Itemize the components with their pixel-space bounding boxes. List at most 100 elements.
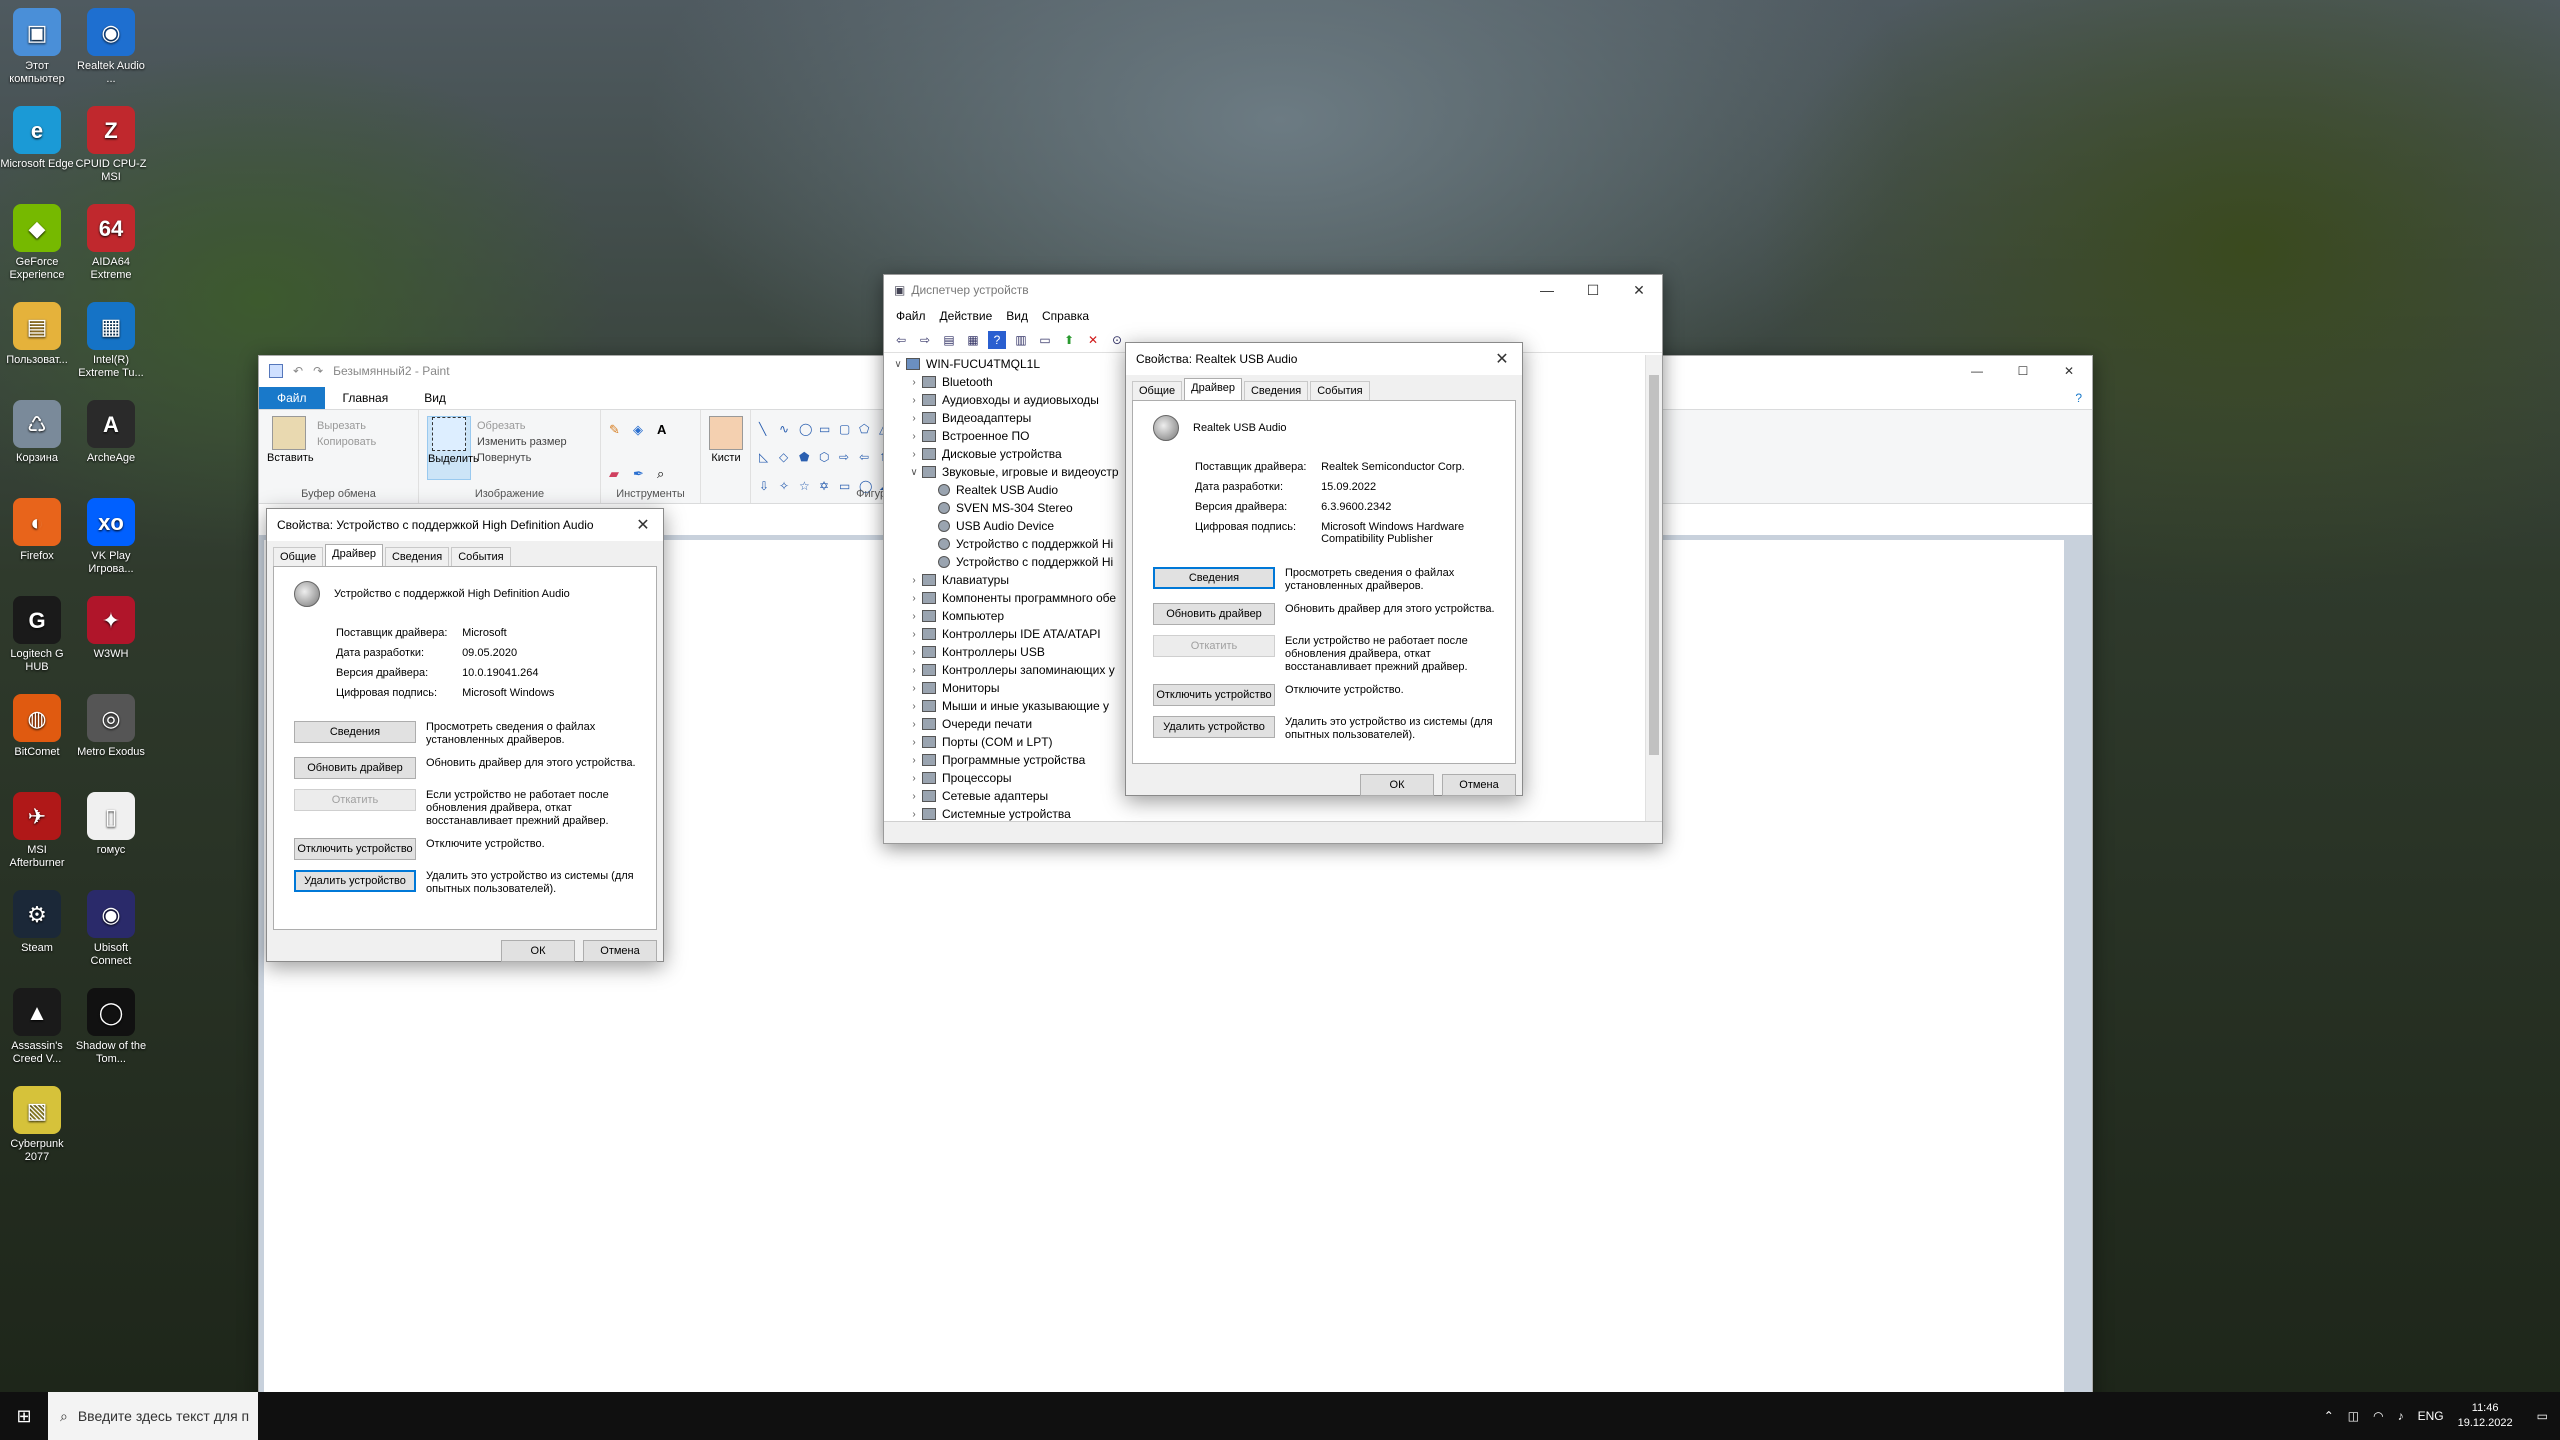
- close-button[interactable]: ✕: [2046, 364, 2092, 378]
- desktop-icon[interactable]: ✦ W3WH: [74, 590, 148, 682]
- desktop-icon[interactable]: ▯ гомус: [74, 786, 148, 878]
- details-button[interactable]: Сведения: [294, 721, 416, 743]
- crop-button[interactable]: Обрезать: [477, 420, 567, 432]
- back-icon[interactable]: ⇦: [892, 331, 910, 349]
- chevron-right-icon[interactable]: ›: [906, 719, 922, 730]
- wifi-icon[interactable]: ◠: [2373, 1409, 2383, 1423]
- chevron-up-icon[interactable]: ⌃: [2324, 1409, 2334, 1423]
- chevron-right-icon[interactable]: ›: [906, 395, 922, 406]
- shape-arrow-right-icon[interactable]: ⇨: [839, 450, 855, 474]
- start-button[interactable]: ⊞: [0, 1392, 48, 1440]
- hda-properties-dialog[interactable]: Свойства: Устройство с поддержкой High D…: [266, 508, 664, 962]
- desktop-icon[interactable]: Z CPUID CPU-Z MSI: [74, 100, 148, 192]
- notifications-icon[interactable]: ▭: [2537, 1409, 2548, 1423]
- desktop-icon[interactable]: A ArcheAge: [74, 394, 148, 486]
- update-driver-button[interactable]: Обновить драйвер: [294, 757, 416, 779]
- network-icon[interactable]: ◫: [2348, 1409, 2359, 1423]
- chevron-right-icon[interactable]: ›: [906, 611, 922, 622]
- desktop-icon[interactable]: ◯ Shadow of the Tom...: [74, 982, 148, 1074]
- shape-hexagon-icon[interactable]: ⬡: [819, 450, 835, 474]
- chevron-right-icon[interactable]: ›: [906, 773, 922, 784]
- tab-general[interactable]: Общие: [1132, 381, 1183, 400]
- desktop-icon[interactable]: ◉ Ubisoft Connect: [74, 884, 148, 976]
- ok-button[interactable]: ОК: [501, 940, 575, 962]
- close-icon[interactable]: ✕: [623, 515, 663, 535]
- shape-curve-icon[interactable]: ∿: [779, 422, 795, 446]
- tab-events[interactable]: События: [451, 547, 511, 566]
- update-driver-icon[interactable]: ⬆: [1060, 331, 1078, 349]
- forward-icon[interactable]: ⇨: [916, 331, 934, 349]
- chevron-right-icon[interactable]: ›: [906, 665, 922, 676]
- chevron-right-icon[interactable]: ›: [906, 629, 922, 640]
- desktop-icon[interactable]: ◎ Metro Exodus: [74, 688, 148, 780]
- desktop-icon[interactable]: ◆ GeForce Experience: [0, 198, 74, 290]
- shape-roundrect-icon[interactable]: ▢: [839, 422, 855, 446]
- fill-icon[interactable]: ◈: [633, 422, 651, 460]
- save-icon[interactable]: [269, 364, 283, 378]
- tab-general[interactable]: Общие: [273, 547, 324, 566]
- text-icon[interactable]: A: [657, 422, 675, 460]
- cancel-button[interactable]: Отмена: [583, 940, 657, 962]
- disable-device-button[interactable]: Отключить устройство: [1153, 684, 1275, 706]
- help-icon[interactable]: ?: [988, 330, 1006, 349]
- desktop-icon[interactable]: ▧ Cyberpunk 2077: [0, 1080, 74, 1172]
- volume-icon[interactable]: ♪: [2398, 1409, 2404, 1423]
- scrollbar-thumb[interactable]: [1649, 375, 1659, 755]
- search-box[interactable]: ⌕ Введите здесь текст для п: [48, 1392, 258, 1440]
- rotate-button[interactable]: Повернуть: [477, 452, 567, 464]
- chevron-right-icon[interactable]: ›: [906, 575, 922, 586]
- tree-node[interactable]: › Системные устройства: [884, 805, 1662, 821]
- shape-polygon-icon[interactable]: ⬠: [859, 422, 875, 446]
- shape-rect-icon[interactable]: ▭: [819, 422, 835, 446]
- monitor-icon[interactable]: ▭: [1036, 331, 1054, 349]
- details-button[interactable]: Сведения: [1153, 567, 1275, 589]
- chevron-down-icon[interactable]: ∨: [890, 359, 906, 370]
- chevron-right-icon[interactable]: ›: [906, 791, 922, 802]
- desktop-icon[interactable]: ◉ Realtek Audio ...: [74, 2, 148, 94]
- desktop-icon[interactable]: xo VK Play Игрова...: [74, 492, 148, 584]
- desktop-icon[interactable]: ▣ Этот компьютер: [0, 2, 74, 94]
- help-icon[interactable]: ?: [2065, 387, 2092, 409]
- tab-file[interactable]: Файл: [259, 387, 325, 409]
- tab-driver[interactable]: Драйвер: [325, 544, 383, 566]
- redo-icon[interactable]: ↷: [313, 364, 323, 378]
- chevron-right-icon[interactable]: ›: [906, 647, 922, 658]
- uninstall-device-button[interactable]: Удалить устройство: [294, 870, 416, 892]
- brushes-button[interactable]: Кисти: [709, 416, 743, 503]
- chevron-right-icon[interactable]: ›: [906, 701, 922, 712]
- shape-rtriangle-icon[interactable]: ◺: [759, 450, 775, 474]
- update-driver-button[interactable]: Обновить драйвер: [1153, 603, 1275, 625]
- scan-icon[interactable]: ⊙: [1108, 331, 1126, 349]
- desktop-icon[interactable]: ◐ Firefox: [0, 492, 74, 584]
- details-icon[interactable]: ▥: [1012, 331, 1030, 349]
- clock[interactable]: 11:46 19.12.2022: [2458, 1401, 2513, 1431]
- menu-action[interactable]: Действие: [940, 309, 993, 323]
- shape-arrow-left-icon[interactable]: ⇦: [859, 450, 875, 474]
- cancel-button[interactable]: Отмена: [1442, 774, 1516, 796]
- copy-button[interactable]: Копировать: [317, 436, 376, 448]
- chevron-right-icon[interactable]: ›: [906, 737, 922, 748]
- chevron-right-icon[interactable]: ›: [906, 431, 922, 442]
- ok-button[interactable]: ОК: [1360, 774, 1434, 796]
- desktop-icon[interactable]: G Logitech G HUB: [0, 590, 74, 682]
- shape-line-icon[interactable]: ╲: [759, 422, 775, 446]
- vertical-scrollbar[interactable]: [1645, 355, 1662, 821]
- cut-button[interactable]: Вырезать: [317, 420, 376, 432]
- menu-file[interactable]: Файл: [896, 309, 926, 323]
- select-button[interactable]: Выделить: [427, 416, 479, 480]
- chevron-right-icon[interactable]: ›: [906, 755, 922, 766]
- chevron-right-icon[interactable]: ›: [906, 377, 922, 388]
- tab-details[interactable]: Сведения: [384, 547, 450, 566]
- close-icon[interactable]: ✕: [1482, 349, 1522, 369]
- close-button[interactable]: ✕: [1616, 275, 1662, 305]
- chevron-right-icon[interactable]: ›: [906, 413, 922, 424]
- tab-driver[interactable]: Драйвер: [1184, 378, 1242, 400]
- minimize-button[interactable]: —: [1524, 275, 1570, 305]
- tab-view[interactable]: Вид: [406, 387, 464, 409]
- language-indicator[interactable]: ENG: [2418, 1409, 2444, 1423]
- tree-view-icon[interactable]: ▤: [940, 331, 958, 349]
- maximize-button[interactable]: ☐: [1570, 275, 1616, 305]
- chevron-right-icon[interactable]: ›: [906, 593, 922, 604]
- shape-diamond-icon[interactable]: ◇: [779, 450, 795, 474]
- rollback-button[interactable]: Откатить: [1153, 635, 1275, 657]
